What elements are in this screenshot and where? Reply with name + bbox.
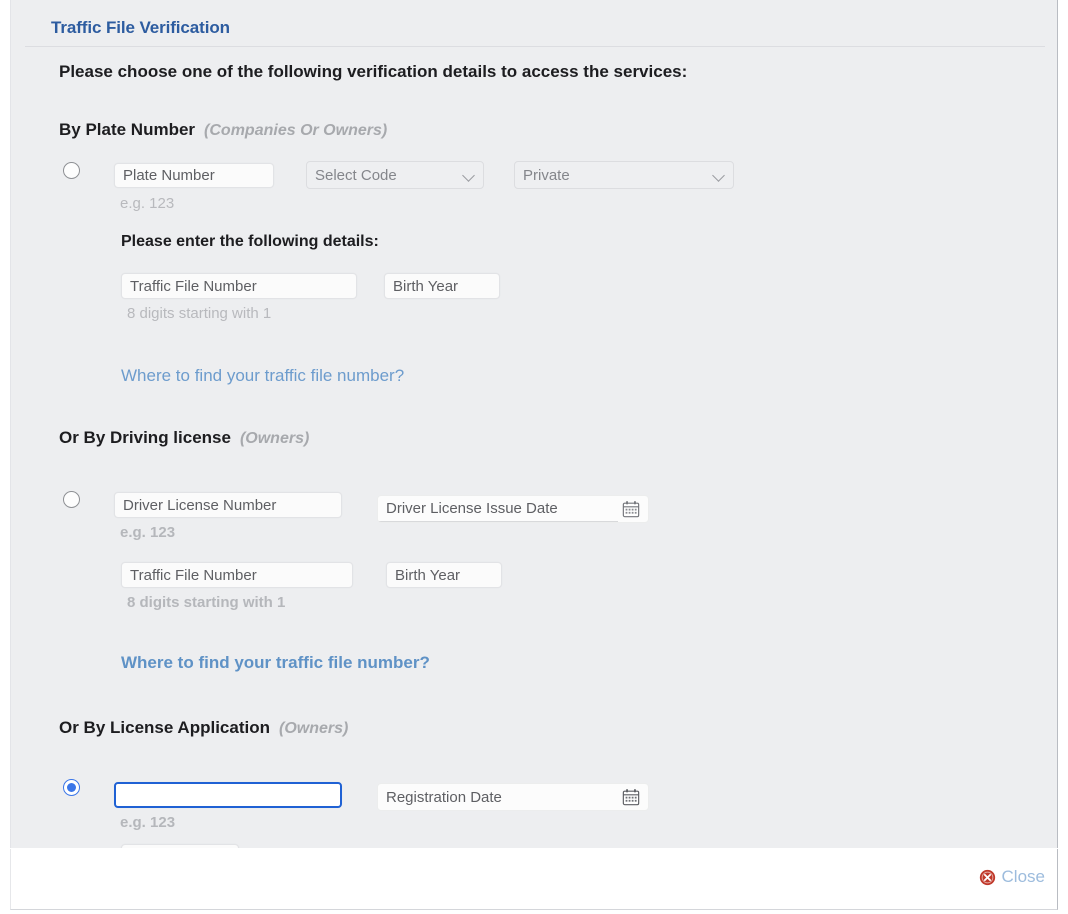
plate-type-select-value: Private bbox=[523, 166, 570, 184]
traffic-file-number-input-2[interactable]: Traffic File Number bbox=[121, 562, 353, 588]
close-button[interactable]: Close bbox=[979, 867, 1045, 887]
section-heading-plate-number: By Plate Number (Companies Or Owners) bbox=[59, 120, 387, 140]
chevron-down-icon bbox=[713, 169, 725, 181]
license-application-number-input[interactable] bbox=[114, 782, 342, 808]
calendar-icon[interactable] bbox=[622, 788, 640, 806]
plate-code-select-value: Select Code bbox=[315, 166, 397, 184]
where-to-find-traffic-file-link-2[interactable]: Where to find your traffic file number? bbox=[121, 653, 430, 673]
driver-license-hint: e.g. 123 bbox=[120, 524, 176, 541]
dialog-footer: Close bbox=[10, 849, 1058, 910]
radio-by-plate-number[interactable] bbox=[63, 162, 80, 179]
section-audience-text: (Owners) bbox=[239, 430, 310, 447]
intro-text: Please choose one of the following verif… bbox=[59, 62, 688, 81]
sub-heading-enter-details: Please enter the following details: bbox=[121, 233, 379, 250]
traffic-file-verification-dialog: Traffic File Verification Please choose … bbox=[0, 0, 1068, 914]
driver-license-number-input[interactable]: Driver License Number bbox=[114, 492, 342, 518]
driver-license-issue-date-input[interactable]: Driver License Issue Date bbox=[377, 495, 649, 523]
dialog-scroll-panel[interactable]: Traffic File Verification Please choose … bbox=[10, 0, 1058, 848]
title-divider bbox=[25, 46, 1045, 47]
radio-by-license-application[interactable] bbox=[63, 779, 80, 796]
radio-by-driving-license[interactable] bbox=[63, 491, 80, 508]
driver-license-issue-date-value: Driver License Issue Date bbox=[378, 496, 618, 522]
plate-code-select[interactable]: Select Code bbox=[306, 161, 484, 189]
section-heading-driving-license: Or By Driving license (Owners) bbox=[59, 428, 309, 448]
registration-date-input[interactable]: Registration Date bbox=[377, 783, 649, 811]
where-to-find-traffic-file-link-1[interactable]: Where to find your traffic file number? bbox=[121, 366, 404, 386]
close-circle-icon bbox=[979, 869, 995, 885]
birth-year-input-1[interactable]: Birth Year bbox=[384, 273, 500, 299]
close-button-label: Close bbox=[1001, 867, 1045, 886]
traffic-file-number-input-1[interactable]: Traffic File Number bbox=[121, 273, 357, 299]
registration-date-value: Registration Date bbox=[386, 788, 502, 806]
calendar-icon[interactable] bbox=[622, 500, 640, 518]
plate-number-input[interactable]: Plate Number bbox=[114, 163, 274, 188]
license-application-hint: e.g. 123 bbox=[120, 814, 176, 831]
section-audience-text: (Companies Or Owners) bbox=[204, 122, 388, 139]
section-title-text: Or By License Application bbox=[59, 718, 270, 737]
traffic-file-hint-2: 8 digits starting with 1 bbox=[127, 594, 286, 611]
plate-number-hint: e.g. 123 bbox=[120, 195, 175, 212]
plate-type-select[interactable]: Private bbox=[514, 161, 734, 189]
section-title-text: By Plate Number bbox=[59, 120, 196, 139]
clipped-input-bottom[interactable] bbox=[121, 844, 239, 848]
section-heading-license-application: Or By License Application (Owners) bbox=[59, 718, 348, 738]
chevron-down-icon bbox=[463, 169, 475, 181]
birth-year-input-2[interactable]: Birth Year bbox=[386, 562, 502, 588]
section-title-text: Or By Driving license bbox=[59, 428, 231, 447]
traffic-file-hint-1: 8 digits starting with 1 bbox=[127, 305, 272, 322]
page-title: Traffic File Verification bbox=[51, 18, 230, 37]
section-audience-text: (Owners) bbox=[278, 720, 349, 737]
